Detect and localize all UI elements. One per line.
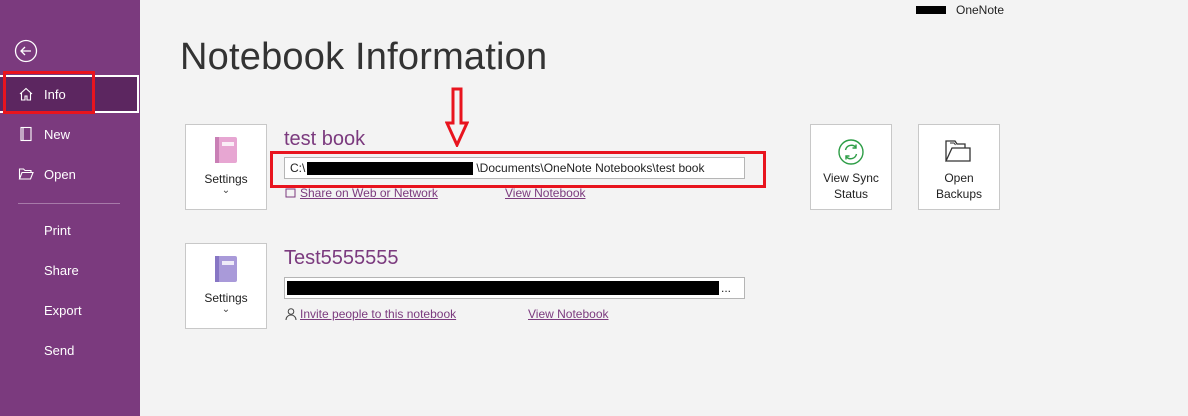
new-notebook-icon: [18, 126, 34, 142]
nav-item-export[interactable]: Export: [0, 291, 140, 329]
view-notebook-link-1[interactable]: View Notebook: [505, 186, 586, 200]
folder-open-icon: [18, 166, 34, 182]
nav-item-send[interactable]: Send: [0, 331, 140, 369]
share-link-notebook-1[interactable]: Share on Web or Network: [284, 186, 438, 200]
chevron-down-icon: ⌄: [221, 185, 231, 196]
path-suffix: ...: [721, 281, 732, 295]
path-suffix: \Documents\OneNote Notebooks\test book: [476, 161, 705, 175]
backstage-sidebar: Info New Open Print Share Export Send: [0, 0, 140, 416]
nav-item-info[interactable]: Info: [0, 75, 139, 113]
backups-label-line-2: Backups: [935, 187, 983, 201]
nav-item-label: Info: [44, 86, 66, 102]
backups-label-line-1: Open: [944, 171, 974, 185]
chevron-down-icon: ⌄: [221, 304, 231, 315]
nav-item-share[interactable]: Share: [0, 251, 140, 289]
nav-item-label: Export: [44, 302, 82, 318]
folder-icon: [944, 140, 971, 162]
nav-item-new[interactable]: New: [0, 115, 140, 153]
nav-item-label: Share: [44, 262, 79, 278]
sync-label-line-1: View Sync: [823, 171, 879, 185]
view-sync-status-button[interactable]: View Sync Status: [810, 124, 892, 210]
nav-item-label: Open: [44, 166, 76, 182]
settings-button-notebook-1[interactable]: Settings ⌄: [185, 124, 267, 210]
sync-label-line-2: Status: [833, 187, 869, 201]
nav-item-open[interactable]: Open: [0, 155, 140, 193]
back-arrow-icon[interactable]: [14, 39, 38, 63]
invite-link-label: Invite people to this notebook: [300, 307, 457, 321]
notebook-path-field-1[interactable]: C:\ \Documents\OneNote Notebooks\test bo…: [284, 157, 745, 179]
page-title: Notebook Information: [180, 36, 548, 78]
nav-item-label: New: [44, 126, 71, 142]
app-name-label: OneNote: [956, 3, 1005, 17]
nav-item-print[interactable]: Print: [0, 211, 140, 249]
person-icon: [285, 308, 297, 321]
path-prefix: C:\: [290, 161, 306, 175]
open-backups-button[interactable]: Open Backups: [918, 124, 1000, 210]
notebook-name-1: test book: [284, 128, 366, 150]
redaction-bar: [307, 161, 474, 175]
invite-link-notebook-2[interactable]: Invite people to this notebook: [284, 307, 456, 321]
notebook-icon: [215, 137, 237, 163]
view-link-label: View Notebook: [528, 307, 609, 321]
nav-item-label: Send: [44, 342, 75, 358]
home-icon: [18, 86, 34, 102]
app-name: OneNote: [916, 3, 1004, 17]
view-link-label: View Notebook: [505, 186, 586, 200]
redaction-bar: [916, 6, 946, 14]
notebook-icon: [215, 256, 237, 282]
settings-button-notebook-2[interactable]: Settings ⌄: [185, 243, 267, 329]
view-notebook-link-2[interactable]: View Notebook: [528, 307, 609, 321]
redaction-bar: [287, 281, 719, 295]
notebook-name-2: Test5555555: [284, 247, 399, 269]
notebook-path-field-2[interactable]: ...: [284, 277, 745, 299]
nav-item-label: Print: [44, 222, 71, 238]
share-icon: [285, 188, 296, 198]
nav-divider: [18, 203, 120, 204]
sync-icon: [838, 139, 864, 165]
share-link-label: Share on Web or Network: [300, 186, 438, 200]
annotation-arrow-icon: [445, 87, 469, 147]
